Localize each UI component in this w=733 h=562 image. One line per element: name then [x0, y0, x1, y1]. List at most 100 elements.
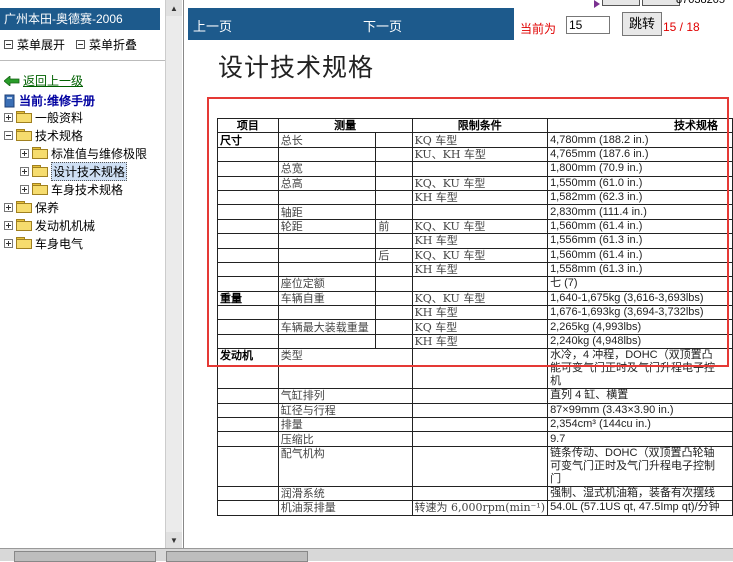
collapse-toggle-icon[interactable] [4, 130, 13, 140]
cell-condition: KQ、KU 车型 [411, 175, 549, 191]
tree-item-engine[interactable]: 发动机机械 [4, 216, 95, 234]
collapse-menu-button[interactable]: 菜单折叠 [76, 36, 137, 53]
cell-item [217, 261, 279, 278]
bottom-scrollbar[interactable] [0, 548, 733, 562]
cell-condition [411, 348, 549, 390]
expand-toggle-icon[interactable] [4, 238, 13, 248]
cell-item [217, 233, 279, 249]
tree-item-maintenance[interactable]: 保养 [4, 198, 59, 216]
folder-icon [32, 165, 48, 177]
cell-sub [375, 305, 413, 321]
cell-measure [277, 247, 377, 263]
cell-spec: 9.7 [547, 431, 733, 447]
expand-menu-button[interactable]: 菜单展开 [4, 36, 65, 53]
expand-toggle-icon[interactable] [4, 202, 13, 212]
table-row: 轴距 2,830mm (111.4 in.) [217, 204, 733, 220]
play-icon [594, 0, 600, 8]
cell-condition [411, 431, 549, 447]
header-condition: 限制条件 [411, 117, 549, 134]
folder-icon [32, 147, 48, 159]
content-pane: 87038205 上一页 下一页 当前为 跳转 15 / 18 设计技术规格 项… [184, 0, 733, 548]
cell-spec: 强制、湿式机油箱，装备有次摆线 [547, 485, 733, 502]
scroll-thumb[interactable] [14, 551, 156, 562]
book-icon [4, 94, 15, 107]
cell-measure [277, 233, 377, 249]
back-link[interactable]: 返回上一级 [4, 72, 83, 89]
cell-item [217, 417, 279, 433]
cell-measure: 润滑系统 [277, 485, 413, 502]
cell-sub [375, 204, 413, 220]
table-row: 气缸排列 直列 4 缸、横置 [217, 388, 733, 404]
table-header-row: 项目 测量 限制条件 技术规格 [217, 117, 733, 134]
tree-item-label: 车身技术规格 [51, 182, 124, 197]
next-page-button[interactable]: 下一页 [363, 16, 402, 35]
table-row: KH 车型 1,582mm (62.3 in.) [217, 189, 733, 206]
cell-sub [375, 161, 413, 177]
scroll-up-icon[interactable]: ▲ [166, 0, 182, 16]
collapse-icon [76, 40, 85, 49]
cell-item [217, 402, 279, 419]
cell-measure: 轮距 [277, 218, 377, 235]
cell-measure: 轴距 [277, 204, 377, 220]
prev-page-button[interactable]: 上一页 [193, 16, 232, 35]
cell-condition: 转速为 6,000rpm(min⁻¹) [411, 500, 549, 516]
tree-item-body-electrical[interactable]: 车身电气 [4, 234, 83, 252]
cell-item [217, 319, 279, 335]
cell-measure [277, 305, 377, 321]
tree-item-general[interactable]: 一般资料 [4, 108, 83, 126]
cell-measure [277, 189, 377, 206]
back-arrow-icon [4, 75, 20, 86]
cell-spec: 1,582mm (62.3 in.) [547, 189, 733, 206]
cell-sub [375, 276, 413, 292]
expand-toggle-icon[interactable] [20, 148, 29, 158]
expand-toggle-icon[interactable] [20, 166, 29, 176]
cell-condition: KU、KH 车型 [411, 146, 549, 163]
cell-sub [375, 146, 413, 163]
table-row: 轮距前 KQ、KU 车型 1,560mm (61.4 in.) [217, 218, 733, 235]
tree-item-label: 发动机机械 [35, 218, 96, 233]
jump-button[interactable]: 跳转 [622, 12, 662, 36]
toolbar-button[interactable] [602, 0, 640, 6]
toolbar-button[interactable] [642, 0, 680, 6]
page-number-input[interactable] [566, 16, 610, 34]
tree-item-specs[interactable]: 技术规格 [4, 126, 83, 144]
tree-item-label: 一般资料 [35, 110, 84, 125]
cell-spec: 1,800mm (70.9 in.) [547, 161, 733, 177]
tree-item-label-selected: 设计技术规格 [51, 161, 128, 181]
cell-item [217, 247, 279, 263]
cell-sub: 前 [375, 218, 413, 235]
cell-condition: KQ、KU 车型 [411, 218, 549, 235]
cell-condition [411, 161, 549, 177]
cell-condition [411, 276, 549, 292]
expand-toggle-icon[interactable] [20, 184, 29, 194]
scroll-thumb[interactable] [166, 551, 308, 562]
folder-icon [16, 219, 32, 231]
cell-spec: 4,780mm (188.2 in.) [547, 132, 733, 148]
table-row: 发动机 类型 水冷，4 冲程，DOHC（双顶置凸 能可变气门正时及气门升程电子控机 [217, 348, 733, 390]
page-heading: 设计技术规格 [218, 53, 375, 82]
left-scrollbar[interactable]: ▲ ▼ [165, 0, 182, 548]
tree-item-design-specs[interactable]: 设计技术规格 [20, 161, 128, 181]
cell-spec: 54.0L (57.1US qt, 47.5Imp qt)/分钟 [547, 500, 733, 516]
menu-bar: 菜单展开 菜单折叠 [0, 36, 170, 54]
table-row: 尺寸 总长 KQ 车型 4,780mm (188.2 in.) [217, 132, 733, 148]
header-spec: 技术规格 [547, 117, 733, 134]
cell-spec-line: 链条传动、DOHC（双顶置凸轮轴 [550, 446, 715, 459]
expand-toggle-icon[interactable] [4, 112, 13, 122]
cell-sub [375, 132, 413, 148]
cell-spec: 1,558mm (61.3 in.) [547, 261, 733, 278]
cell-measure: 缸径与行程 [277, 402, 413, 419]
cell-measure: 类型 [277, 348, 413, 390]
tree-item-body-specs[interactable]: 车身技术规格 [20, 180, 123, 198]
page-toolbar: 上一页 下一页 当前为 跳转 15 / 18 [188, 8, 733, 41]
cell-spec-line: 可变气门正时及气门升程电子控制 [550, 459, 716, 472]
cell-item [217, 500, 279, 516]
expand-toggle-icon[interactable] [4, 220, 13, 230]
cell-spec: 1,676-1,693kg (3,694-3,732lbs) [547, 305, 733, 321]
navigation-pane: 广州本田-奥德赛-2006 菜单展开 菜单折叠 返回上一级 当前:维修手册 一般… [0, 0, 184, 548]
tree-item-standard-values[interactable]: 标准值与维修极限 [20, 144, 147, 162]
scroll-down-icon[interactable]: ▼ [166, 532, 182, 548]
cell-spec: 2,354cm³ (144cu in.) [547, 417, 733, 433]
cell-item [217, 189, 279, 206]
cell-measure [277, 146, 377, 163]
